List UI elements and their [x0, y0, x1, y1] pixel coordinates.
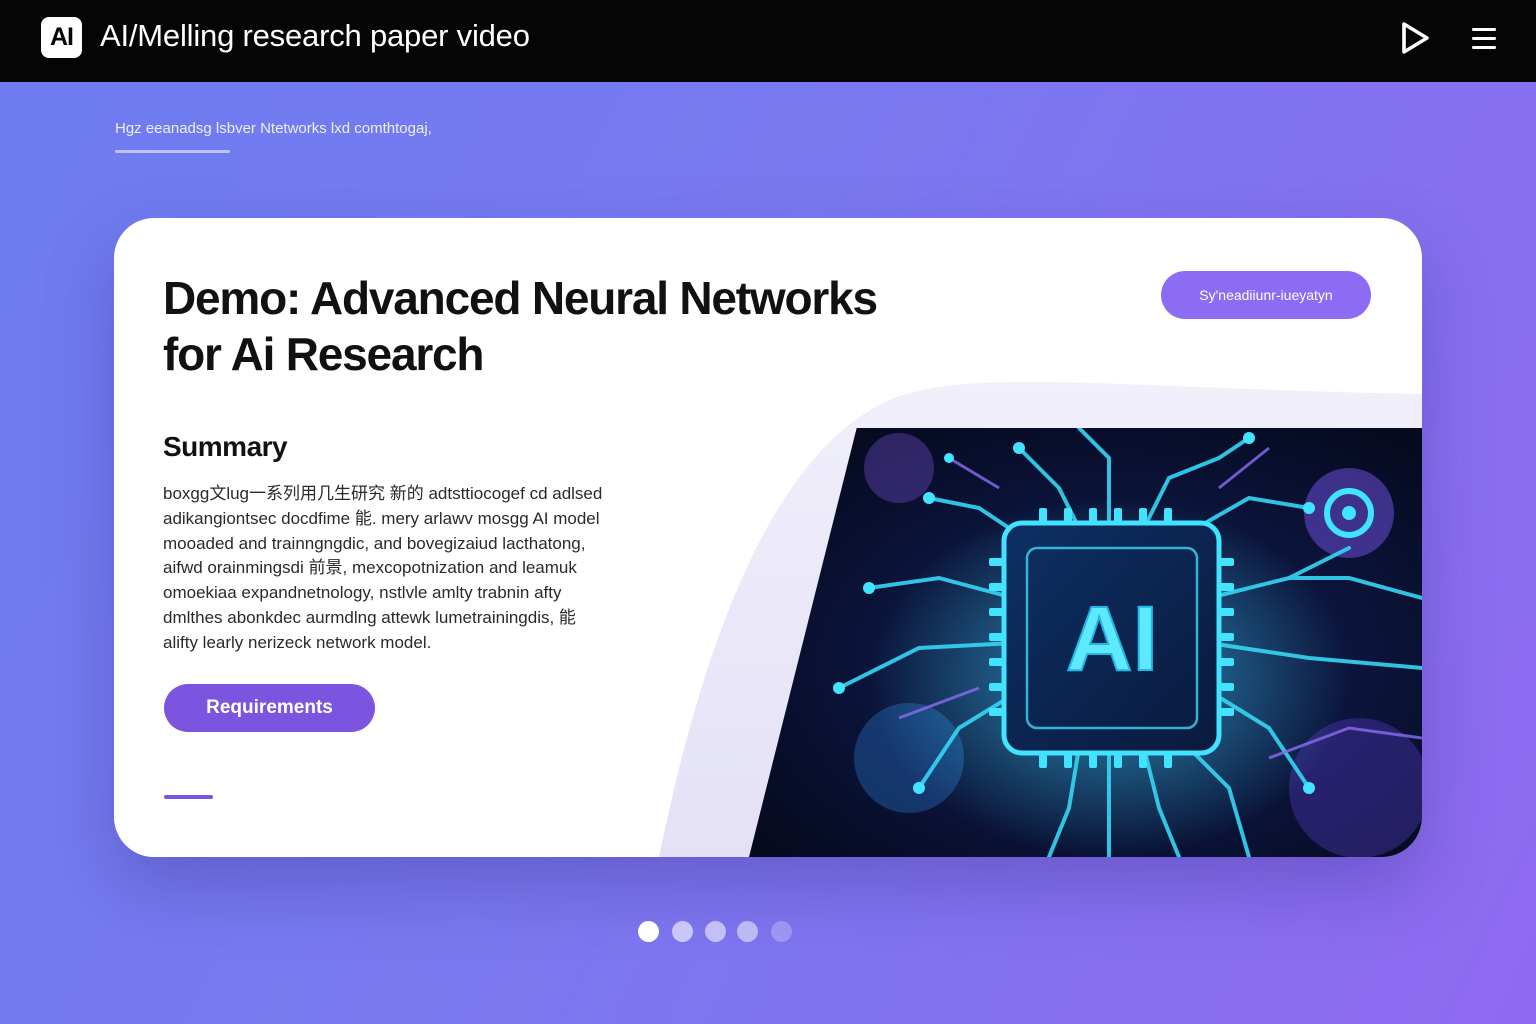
- summary-line: alifty learly nerizeck network model.: [163, 632, 432, 652]
- subnav-tab[interactable]: Hgz eeanadsg lsbver Ntetworks lxd comtht…: [115, 120, 432, 137]
- subnav-active-underline: [115, 150, 230, 153]
- chip-label: AI: [1066, 588, 1158, 690]
- summary-line: aifwd orainmingsdi 前景, mexcopotnization …: [163, 558, 577, 578]
- page-title: Demo: Advanced Neural Networks for Ai Re…: [163, 270, 1023, 382]
- summary-line: boxgg文lug一系列用几生研究 新的 adtsttiocogef cd ad…: [163, 484, 603, 503]
- pagination-dot-1[interactable]: [638, 921, 659, 942]
- summary-line: omoekiaa expandnetnology, nstlvle amlty …: [163, 583, 562, 603]
- top-action-button[interactable]: Sy'neadiiunr-iueyatyn: [1161, 271, 1371, 319]
- summary-line: dmlthes abonkdec aurmdlng attewk lumetra…: [163, 607, 576, 627]
- ai-logo: AI: [41, 17, 82, 58]
- menu-button[interactable]: [1466, 22, 1502, 56]
- pagination-dot-5[interactable]: [771, 921, 792, 942]
- carousel-pagination: [638, 921, 798, 943]
- content-card: Demo: Advanced Neural Networks for Ai Re…: [114, 218, 1422, 857]
- summary-line: mooaded and trainngngdic, and bovegizaiu…: [163, 533, 586, 553]
- ai-chip-illustration: AI: [749, 428, 1422, 857]
- app-title: AI/Melling research paper video: [100, 18, 530, 53]
- pagination-dot-4[interactable]: [737, 921, 758, 942]
- play-icon: [1402, 22, 1429, 54]
- top-bar: AI AI/Melling research paper video: [0, 0, 1536, 82]
- requirements-button[interactable]: Requirements: [164, 684, 375, 732]
- pagination-dot-3[interactable]: [705, 921, 726, 942]
- summary-heading: Summary: [163, 431, 288, 462]
- title-line-2: for Ai Research: [163, 328, 485, 380]
- summary-line: adikangiontsec docdfime 能. mery arlawv m…: [163, 508, 600, 528]
- accent-divider: [164, 795, 213, 799]
- summary-text: boxgg文lug一系列用几生研究 新的 adtsttiocogef cd ad…: [163, 482, 683, 656]
- pagination-dot-2[interactable]: [672, 921, 693, 942]
- title-line-1: Demo: Advanced Neural Networks: [163, 272, 878, 324]
- play-button[interactable]: [1396, 20, 1432, 56]
- hamburger-menu-icon: [1472, 28, 1496, 49]
